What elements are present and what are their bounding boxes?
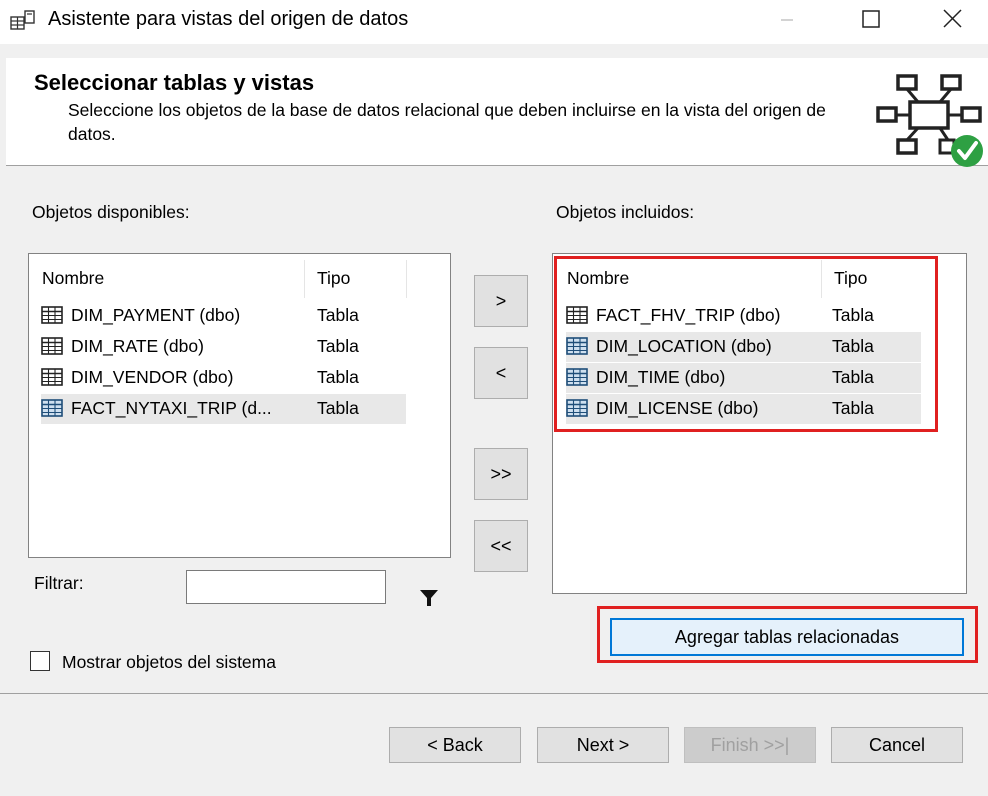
object-type: Tabla	[832, 305, 874, 325]
close-icon	[943, 9, 962, 28]
table-icon	[566, 399, 588, 417]
filter-input[interactable]	[186, 570, 386, 604]
list-item[interactable]: DIM_PAYMENT (dbo) Tabla	[41, 301, 406, 331]
footer-divider	[0, 693, 988, 694]
object-type: Tabla	[317, 398, 359, 418]
object-name: DIM_RATE (dbo)	[71, 336, 204, 356]
next-button[interactable]: Next >	[537, 727, 669, 763]
table-icon	[41, 337, 63, 355]
list-item[interactable]: FACT_FHV_TRIP (dbo) Tabla	[566, 301, 921, 331]
column-header-name[interactable]: Nombre	[567, 268, 629, 289]
included-objects-list[interactable]: Nombre Tipo FACT_FHV_TRIP (dbo) Tabla DI…	[552, 253, 967, 594]
table-icon	[566, 337, 588, 355]
minimize-icon	[781, 19, 793, 21]
title-bar: Asistente para vistas del origen de dato…	[0, 0, 988, 44]
included-objects-label: Objetos incluidos:	[556, 202, 695, 222]
maximize-button[interactable]	[848, 0, 894, 40]
object-name: FACT_NYTAXI_TRIP (d...	[71, 398, 272, 418]
maximize-icon	[862, 10, 880, 28]
object-name: DIM_PAYMENT (dbo)	[71, 305, 241, 325]
object-name: DIM_VENDOR (dbo)	[71, 367, 234, 387]
list-item-selected[interactable]: DIM_LICENSE (dbo) Tabla	[566, 394, 921, 424]
page-heading: Seleccionar tablas y vistas	[34, 70, 315, 95]
table-icon	[566, 368, 588, 386]
filter-label: Filtrar:	[34, 573, 84, 593]
object-type: Tabla	[317, 367, 359, 387]
add-selected-button[interactable]: >	[474, 275, 528, 327]
object-type: Tabla	[317, 336, 359, 356]
list-item-selected[interactable]: FACT_NYTAXI_TRIP (d... Tabla	[41, 394, 406, 424]
column-header-name[interactable]: Nombre	[42, 268, 104, 289]
cancel-button[interactable]: Cancel	[831, 727, 963, 763]
list-item[interactable]: DIM_RATE (dbo) Tabla	[41, 332, 406, 362]
list-item[interactable]: DIM_VENDOR (dbo) Tabla	[41, 363, 406, 393]
add-all-button[interactable]: >>	[474, 448, 528, 500]
object-name: DIM_LOCATION (dbo)	[596, 336, 772, 356]
finish-button[interactable]: Finish >>|	[684, 727, 816, 763]
filter-funnel-icon[interactable]	[420, 590, 438, 606]
page-description: Seleccione los objetos de la base de dat…	[68, 100, 826, 144]
object-type: Tabla	[832, 367, 874, 387]
table-icon	[41, 368, 63, 386]
remove-selected-button[interactable]: <	[474, 347, 528, 399]
remove-all-button[interactable]: <<	[474, 520, 528, 572]
column-divider[interactable]	[821, 260, 822, 298]
list-item-selected[interactable]: DIM_LOCATION (dbo) Tabla	[566, 332, 921, 362]
column-header-type[interactable]: Tipo	[834, 268, 867, 289]
show-system-objects-checkbox[interactable]	[30, 651, 50, 671]
close-button[interactable]	[930, 0, 976, 40]
object-name: FACT_FHV_TRIP (dbo)	[596, 305, 781, 325]
object-type: Tabla	[832, 398, 874, 418]
data-source-view-wizard-icon	[876, 74, 983, 167]
back-button[interactable]: < Back	[389, 727, 521, 763]
minimize-button[interactable]	[764, 0, 810, 40]
available-objects-label: Objetos disponibles:	[32, 202, 190, 222]
object-type: Tabla	[832, 336, 874, 356]
table-icon	[41, 306, 63, 324]
object-name: DIM_TIME (dbo)	[596, 367, 726, 387]
add-related-tables-button[interactable]: Agregar tablas relacionadas	[610, 618, 964, 656]
show-system-objects-label: Mostrar objetos del sistema	[62, 652, 276, 672]
column-divider[interactable]	[304, 260, 305, 298]
data-source-view-app-icon	[10, 10, 35, 30]
table-icon	[566, 306, 588, 324]
column-divider[interactable]	[406, 260, 407, 298]
column-header-type[interactable]: Tipo	[317, 268, 350, 289]
window-title: Asistente para vistas del origen de dato…	[48, 8, 409, 30]
object-name: DIM_LICENSE (dbo)	[596, 398, 759, 418]
table-icon	[41, 399, 63, 417]
object-type: Tabla	[317, 305, 359, 325]
available-objects-list[interactable]: Nombre Tipo DIM_PAYMENT (dbo) Tabla DIM_…	[28, 253, 451, 558]
list-item-selected[interactable]: DIM_TIME (dbo) Tabla	[566, 363, 921, 393]
